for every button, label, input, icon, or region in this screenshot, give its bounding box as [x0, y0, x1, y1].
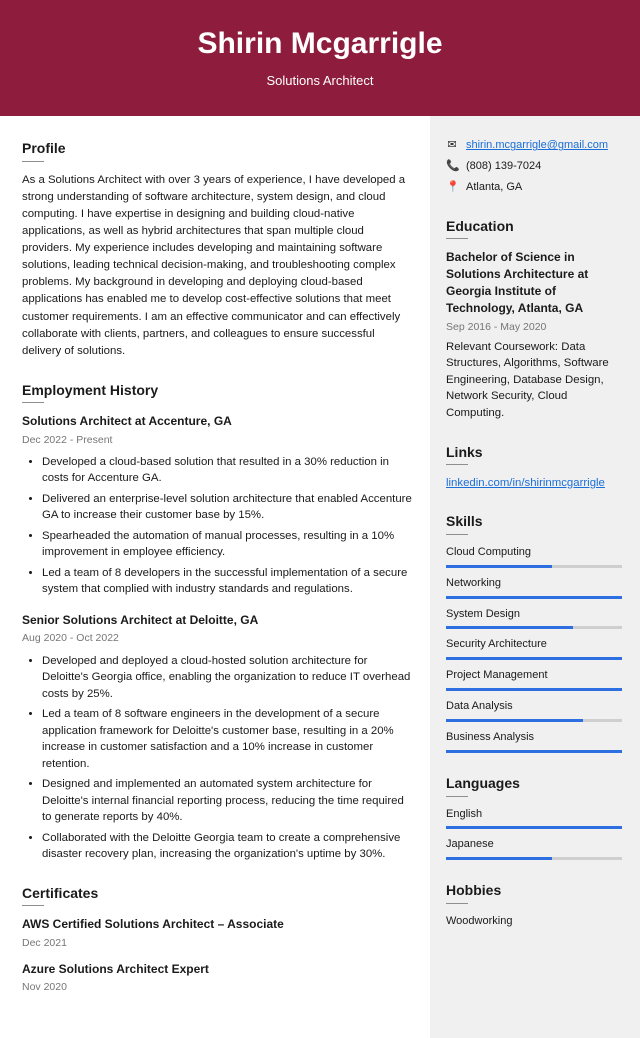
hobby-item: Woodworking	[446, 914, 622, 930]
skill-item-name: Project Management	[446, 668, 622, 684]
skill-bar-fill	[446, 688, 622, 691]
certificate: Azure Solutions Architect Expert Nov 2020	[22, 961, 412, 996]
rule	[22, 161, 44, 162]
education-desc: Relevant Coursework: Data Structures, Al…	[446, 339, 622, 422]
contact-section: ✉ shirin.mcgarrigle@gmail.com 📞 (808) 13…	[446, 138, 622, 196]
language-item-name: English	[446, 807, 622, 823]
education-dates: Sep 2016 - May 2020	[446, 320, 622, 335]
contact-location: Atlanta, GA	[466, 180, 522, 196]
skill-bar	[446, 657, 622, 660]
skill-item-name: Data Analysis	[446, 699, 622, 715]
job-bullet: Spearheaded the automation of manual pro…	[42, 528, 412, 561]
job-bullet: Led a team of 8 software engineers in th…	[42, 706, 412, 772]
links-heading: Links	[446, 442, 622, 462]
certificate: AWS Certified Solutions Architect – Asso…	[22, 916, 412, 951]
rule	[22, 402, 44, 403]
contact-phone: (808) 139-7024	[466, 159, 541, 175]
profile-heading: Profile	[22, 138, 412, 158]
cert-title: AWS Certified Solutions Architect – Asso…	[22, 916, 412, 933]
skill-bar-fill	[446, 857, 552, 860]
skill-bar	[446, 826, 622, 829]
job-bullet: Delivered an enterprise-level solution a…	[42, 491, 412, 524]
skill-item-name: Business Analysis	[446, 730, 622, 746]
rule	[446, 903, 468, 904]
job-dates: Dec 2022 - Present	[22, 433, 412, 448]
certificates-heading: Certificates	[22, 883, 412, 903]
skill-item: System Design	[446, 607, 622, 630]
job-bullet: Developed and deployed a cloud-hosted so…	[42, 653, 412, 703]
language-item: Japanese	[446, 837, 622, 860]
language-item: English	[446, 807, 622, 830]
skill-item: Security Architecture	[446, 637, 622, 660]
linkedin-link[interactable]: linkedin.com/in/shirinmcgarrigle	[446, 477, 605, 489]
skill-item: Project Management	[446, 668, 622, 691]
skill-bar	[446, 596, 622, 599]
job-bullet: Developed a cloud-based solution that re…	[42, 454, 412, 487]
education-heading: Education	[446, 216, 622, 236]
rule	[446, 238, 468, 239]
hobbies-heading: Hobbies	[446, 880, 622, 900]
rule	[22, 905, 44, 906]
skill-bar	[446, 750, 622, 753]
profile-section: Profile As a Solutions Architect with ov…	[22, 138, 412, 360]
rule	[446, 464, 468, 465]
job-title: Senior Solutions Architect at Deloitte, …	[22, 612, 412, 629]
skill-item: Business Analysis	[446, 730, 622, 753]
skill-item: Data Analysis	[446, 699, 622, 722]
skill-bar	[446, 565, 622, 568]
languages-heading: Languages	[446, 773, 622, 793]
job-bullets: Developed a cloud-based solution that re…	[22, 454, 412, 598]
skill-item-name: System Design	[446, 607, 622, 623]
job-bullet: Designed and implemented an automated sy…	[42, 776, 412, 826]
education-title: Bachelor of Science in Solutions Archite…	[446, 249, 622, 316]
links-section: Links linkedin.com/in/shirinmcgarrigle	[446, 442, 622, 492]
job-title: Solutions Architect at Accenture, GA	[22, 413, 412, 430]
cert-date: Dec 2021	[22, 936, 412, 951]
job-bullet: Collaborated with the Deloitte Georgia t…	[42, 830, 412, 863]
profile-text: As a Solutions Architect with over 3 yea…	[22, 172, 412, 360]
skill-bar	[446, 626, 622, 629]
person-title: Solutions Architect	[0, 72, 640, 91]
skill-item-name: Cloud Computing	[446, 545, 622, 561]
skill-bar-fill	[446, 565, 552, 568]
languages-section: Languages English Japanese	[446, 773, 622, 860]
job-dates: Aug 2020 - Oct 2022	[22, 631, 412, 646]
skill-bar-fill	[446, 719, 583, 722]
skill-bar-fill	[446, 750, 622, 753]
skill-bar-fill	[446, 826, 622, 829]
language-item-name: Japanese	[446, 837, 622, 853]
education-section: Education Bachelor of Science in Solutio…	[446, 216, 622, 421]
skill-bar	[446, 719, 622, 722]
skill-bar	[446, 857, 622, 860]
job: Senior Solutions Architect at Deloitte, …	[22, 612, 412, 863]
main-column: Profile As a Solutions Architect with ov…	[0, 116, 430, 1037]
job-bullets: Developed and deployed a cloud-hosted so…	[22, 653, 412, 863]
skill-bar-fill	[446, 596, 622, 599]
skill-bar-fill	[446, 657, 622, 660]
skill-bar-fill	[446, 626, 573, 629]
employment-section: Employment History Solutions Architect a…	[22, 380, 412, 863]
skill-item: Networking	[446, 576, 622, 599]
skill-bar	[446, 688, 622, 691]
sidebar: ✉ shirin.mcgarrigle@gmail.com 📞 (808) 13…	[430, 116, 640, 1037]
skills-section: Skills Cloud Computing Networking System D…	[446, 511, 622, 753]
job: Solutions Architect at Accenture, GA Dec …	[22, 413, 412, 598]
cert-date: Nov 2020	[22, 980, 412, 995]
skill-item-name: Security Architecture	[446, 637, 622, 653]
employment-heading: Employment History	[22, 380, 412, 400]
contact-email[interactable]: shirin.mcgarrigle@gmail.com	[466, 138, 608, 154]
skill-item: Cloud Computing	[446, 545, 622, 568]
rule	[446, 534, 468, 535]
email-icon: ✉	[446, 138, 458, 154]
cert-title: Azure Solutions Architect Expert	[22, 961, 412, 978]
header: Shirin Mcgarrigle Solutions Architect	[0, 0, 640, 116]
rule	[446, 796, 468, 797]
job-bullet: Led a team of 8 developers in the succes…	[42, 565, 412, 598]
skill-item-name: Networking	[446, 576, 622, 592]
location-icon: 📍	[446, 180, 458, 196]
certificates-section: Certificates AWS Certified Solutions Arc…	[22, 883, 412, 996]
person-name: Shirin Mcgarrigle	[0, 22, 640, 66]
skills-heading: Skills	[446, 511, 622, 531]
phone-icon: 📞	[446, 159, 458, 175]
